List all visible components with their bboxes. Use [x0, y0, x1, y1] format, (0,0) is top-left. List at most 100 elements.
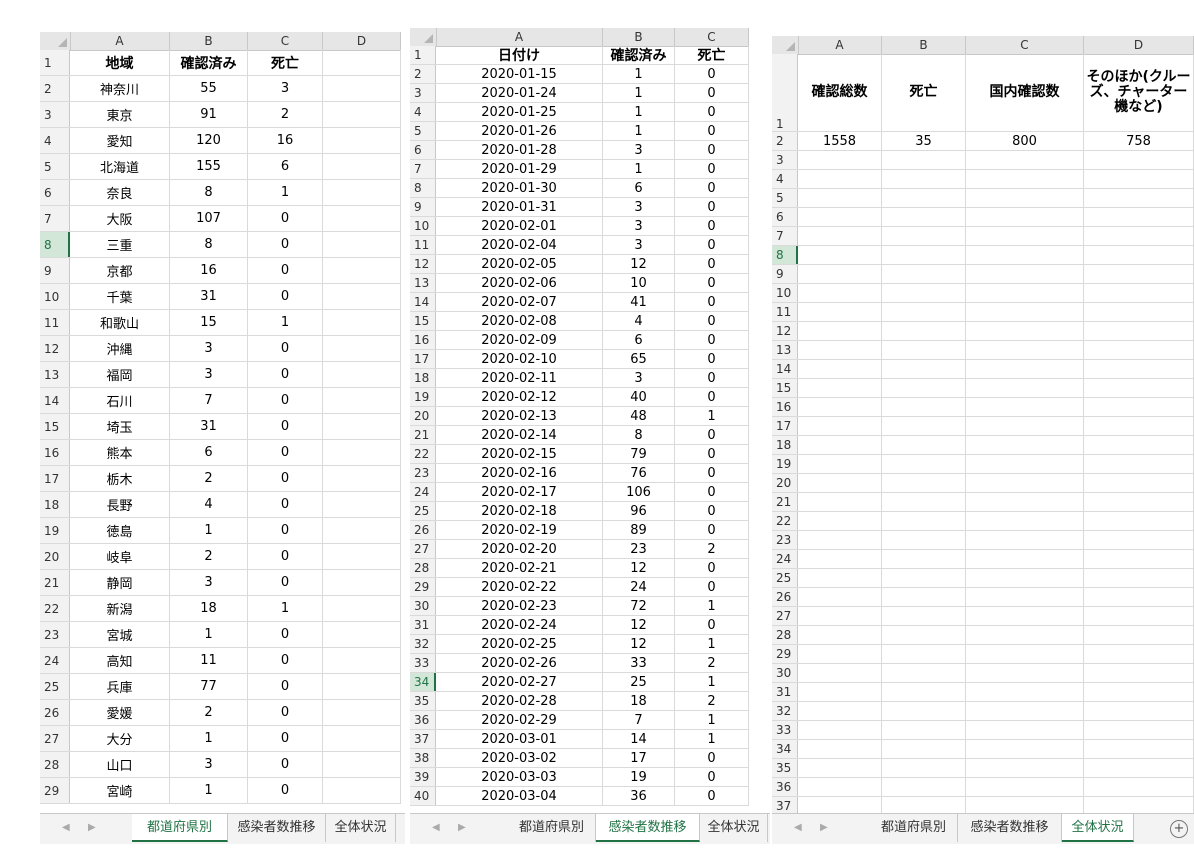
- cell[interactable]: 2020-02-29: [436, 711, 603, 729]
- row-number[interactable]: 4: [772, 170, 798, 188]
- cell[interactable]: 京都: [70, 258, 170, 283]
- cell[interactable]: [1084, 151, 1194, 169]
- row-number[interactable]: 22: [410, 445, 436, 463]
- cell[interactable]: 0: [675, 103, 749, 121]
- cell[interactable]: [323, 544, 401, 569]
- cell[interactable]: 36: [603, 787, 675, 805]
- sheet-tab[interactable]: 都道府県別: [870, 814, 958, 842]
- cell[interactable]: 奈良: [70, 180, 170, 205]
- cell[interactable]: [798, 151, 882, 169]
- cell[interactable]: 0: [248, 570, 323, 595]
- row-number[interactable]: 19: [40, 518, 70, 543]
- column-header-d[interactable]: D: [323, 32, 401, 50]
- cell[interactable]: 2020-02-22: [436, 578, 603, 596]
- cell[interactable]: 0: [675, 768, 749, 786]
- row-number[interactable]: 25: [40, 674, 70, 699]
- row-number[interactable]: 2: [410, 65, 436, 83]
- cell[interactable]: [798, 398, 882, 416]
- row-number[interactable]: 8: [410, 179, 436, 197]
- cell[interactable]: 76: [603, 464, 675, 482]
- cell[interactable]: [1084, 284, 1194, 302]
- cell[interactable]: [966, 398, 1084, 416]
- cell[interactable]: 2020-01-15: [436, 65, 603, 83]
- cell[interactable]: 3: [603, 217, 675, 235]
- row-number[interactable]: 12: [40, 336, 70, 361]
- cell[interactable]: [882, 417, 966, 435]
- cell[interactable]: 2: [675, 692, 749, 710]
- cell[interactable]: 東京: [70, 102, 170, 127]
- cell[interactable]: 2: [170, 544, 248, 569]
- cell[interactable]: 2020-03-02: [436, 749, 603, 767]
- cell[interactable]: [966, 702, 1084, 720]
- cell[interactable]: [966, 550, 1084, 568]
- cell[interactable]: 2020-02-26: [436, 654, 603, 672]
- cell[interactable]: 0: [248, 362, 323, 387]
- cell[interactable]: [323, 76, 401, 101]
- row-number[interactable]: 32: [772, 702, 798, 720]
- cell[interactable]: 1: [603, 122, 675, 140]
- row-number[interactable]: 23: [772, 531, 798, 549]
- cell[interactable]: [966, 512, 1084, 530]
- cell[interactable]: 2020-02-19: [436, 521, 603, 539]
- cell[interactable]: 12: [603, 255, 675, 273]
- row-number[interactable]: 28: [410, 559, 436, 577]
- row-number[interactable]: 36: [772, 778, 798, 796]
- cell[interactable]: [1084, 721, 1194, 739]
- cell[interactable]: 千葉: [70, 284, 170, 309]
- cell[interactable]: [323, 674, 401, 699]
- cell[interactable]: [1084, 189, 1194, 207]
- row-number[interactable]: 17: [772, 417, 798, 435]
- row-number[interactable]: 20: [772, 474, 798, 492]
- triangle-right-icon[interactable]: ▶: [458, 822, 466, 833]
- cell[interactable]: 0: [675, 160, 749, 178]
- cell[interactable]: 1: [170, 778, 248, 803]
- column-header-d[interactable]: D: [1084, 36, 1194, 54]
- sheet-tab[interactable]: 全体状況: [700, 814, 768, 842]
- sheet-tab[interactable]: 全体状況: [326, 814, 396, 842]
- row-number[interactable]: 9: [410, 198, 436, 216]
- cell[interactable]: [882, 740, 966, 758]
- cell[interactable]: [966, 588, 1084, 606]
- cell[interactable]: [966, 417, 1084, 435]
- row-number[interactable]: 9: [772, 265, 798, 283]
- column-header-a[interactable]: A: [798, 36, 882, 54]
- cell[interactable]: [966, 189, 1084, 207]
- cell[interactable]: [966, 341, 1084, 359]
- cell[interactable]: 2020-02-21: [436, 559, 603, 577]
- cell[interactable]: [323, 154, 401, 179]
- row-number[interactable]: 35: [772, 759, 798, 777]
- triangle-left-icon[interactable]: ◀: [62, 822, 70, 833]
- cell[interactable]: 3: [603, 141, 675, 159]
- cell[interactable]: [323, 50, 401, 75]
- cell[interactable]: 3: [248, 76, 323, 101]
- cell[interactable]: [882, 455, 966, 473]
- cell[interactable]: 48: [603, 407, 675, 425]
- cell[interactable]: [1084, 683, 1194, 701]
- cell[interactable]: [1084, 778, 1194, 796]
- cell[interactable]: 0: [675, 521, 749, 539]
- cell[interactable]: [966, 246, 1084, 264]
- header-cell[interactable]: 確認済み: [603, 46, 675, 64]
- cell[interactable]: 2020-01-24: [436, 84, 603, 102]
- cell[interactable]: 1: [170, 518, 248, 543]
- cell[interactable]: 18: [170, 596, 248, 621]
- cell[interactable]: 2020-02-09: [436, 331, 603, 349]
- row-number[interactable]: 7: [772, 227, 798, 245]
- cell[interactable]: 2020-02-01: [436, 217, 603, 235]
- cell[interactable]: 758: [1084, 132, 1194, 150]
- sheet-tab[interactable]: 感染者数推移: [228, 814, 326, 842]
- row-number[interactable]: 8: [772, 246, 798, 264]
- cell[interactable]: [966, 151, 1084, 169]
- cell[interactable]: 0: [248, 466, 323, 491]
- cell[interactable]: 1: [603, 84, 675, 102]
- cell[interactable]: 2: [170, 700, 248, 725]
- row-number[interactable]: 27: [410, 540, 436, 558]
- cell[interactable]: [323, 752, 401, 777]
- cell[interactable]: [882, 227, 966, 245]
- cell[interactable]: 2020-02-18: [436, 502, 603, 520]
- cell[interactable]: [1084, 664, 1194, 682]
- cell[interactable]: 0: [675, 65, 749, 83]
- cell[interactable]: [1084, 379, 1194, 397]
- cell[interactable]: 0: [675, 616, 749, 634]
- select-all-corner[interactable]: [410, 28, 437, 46]
